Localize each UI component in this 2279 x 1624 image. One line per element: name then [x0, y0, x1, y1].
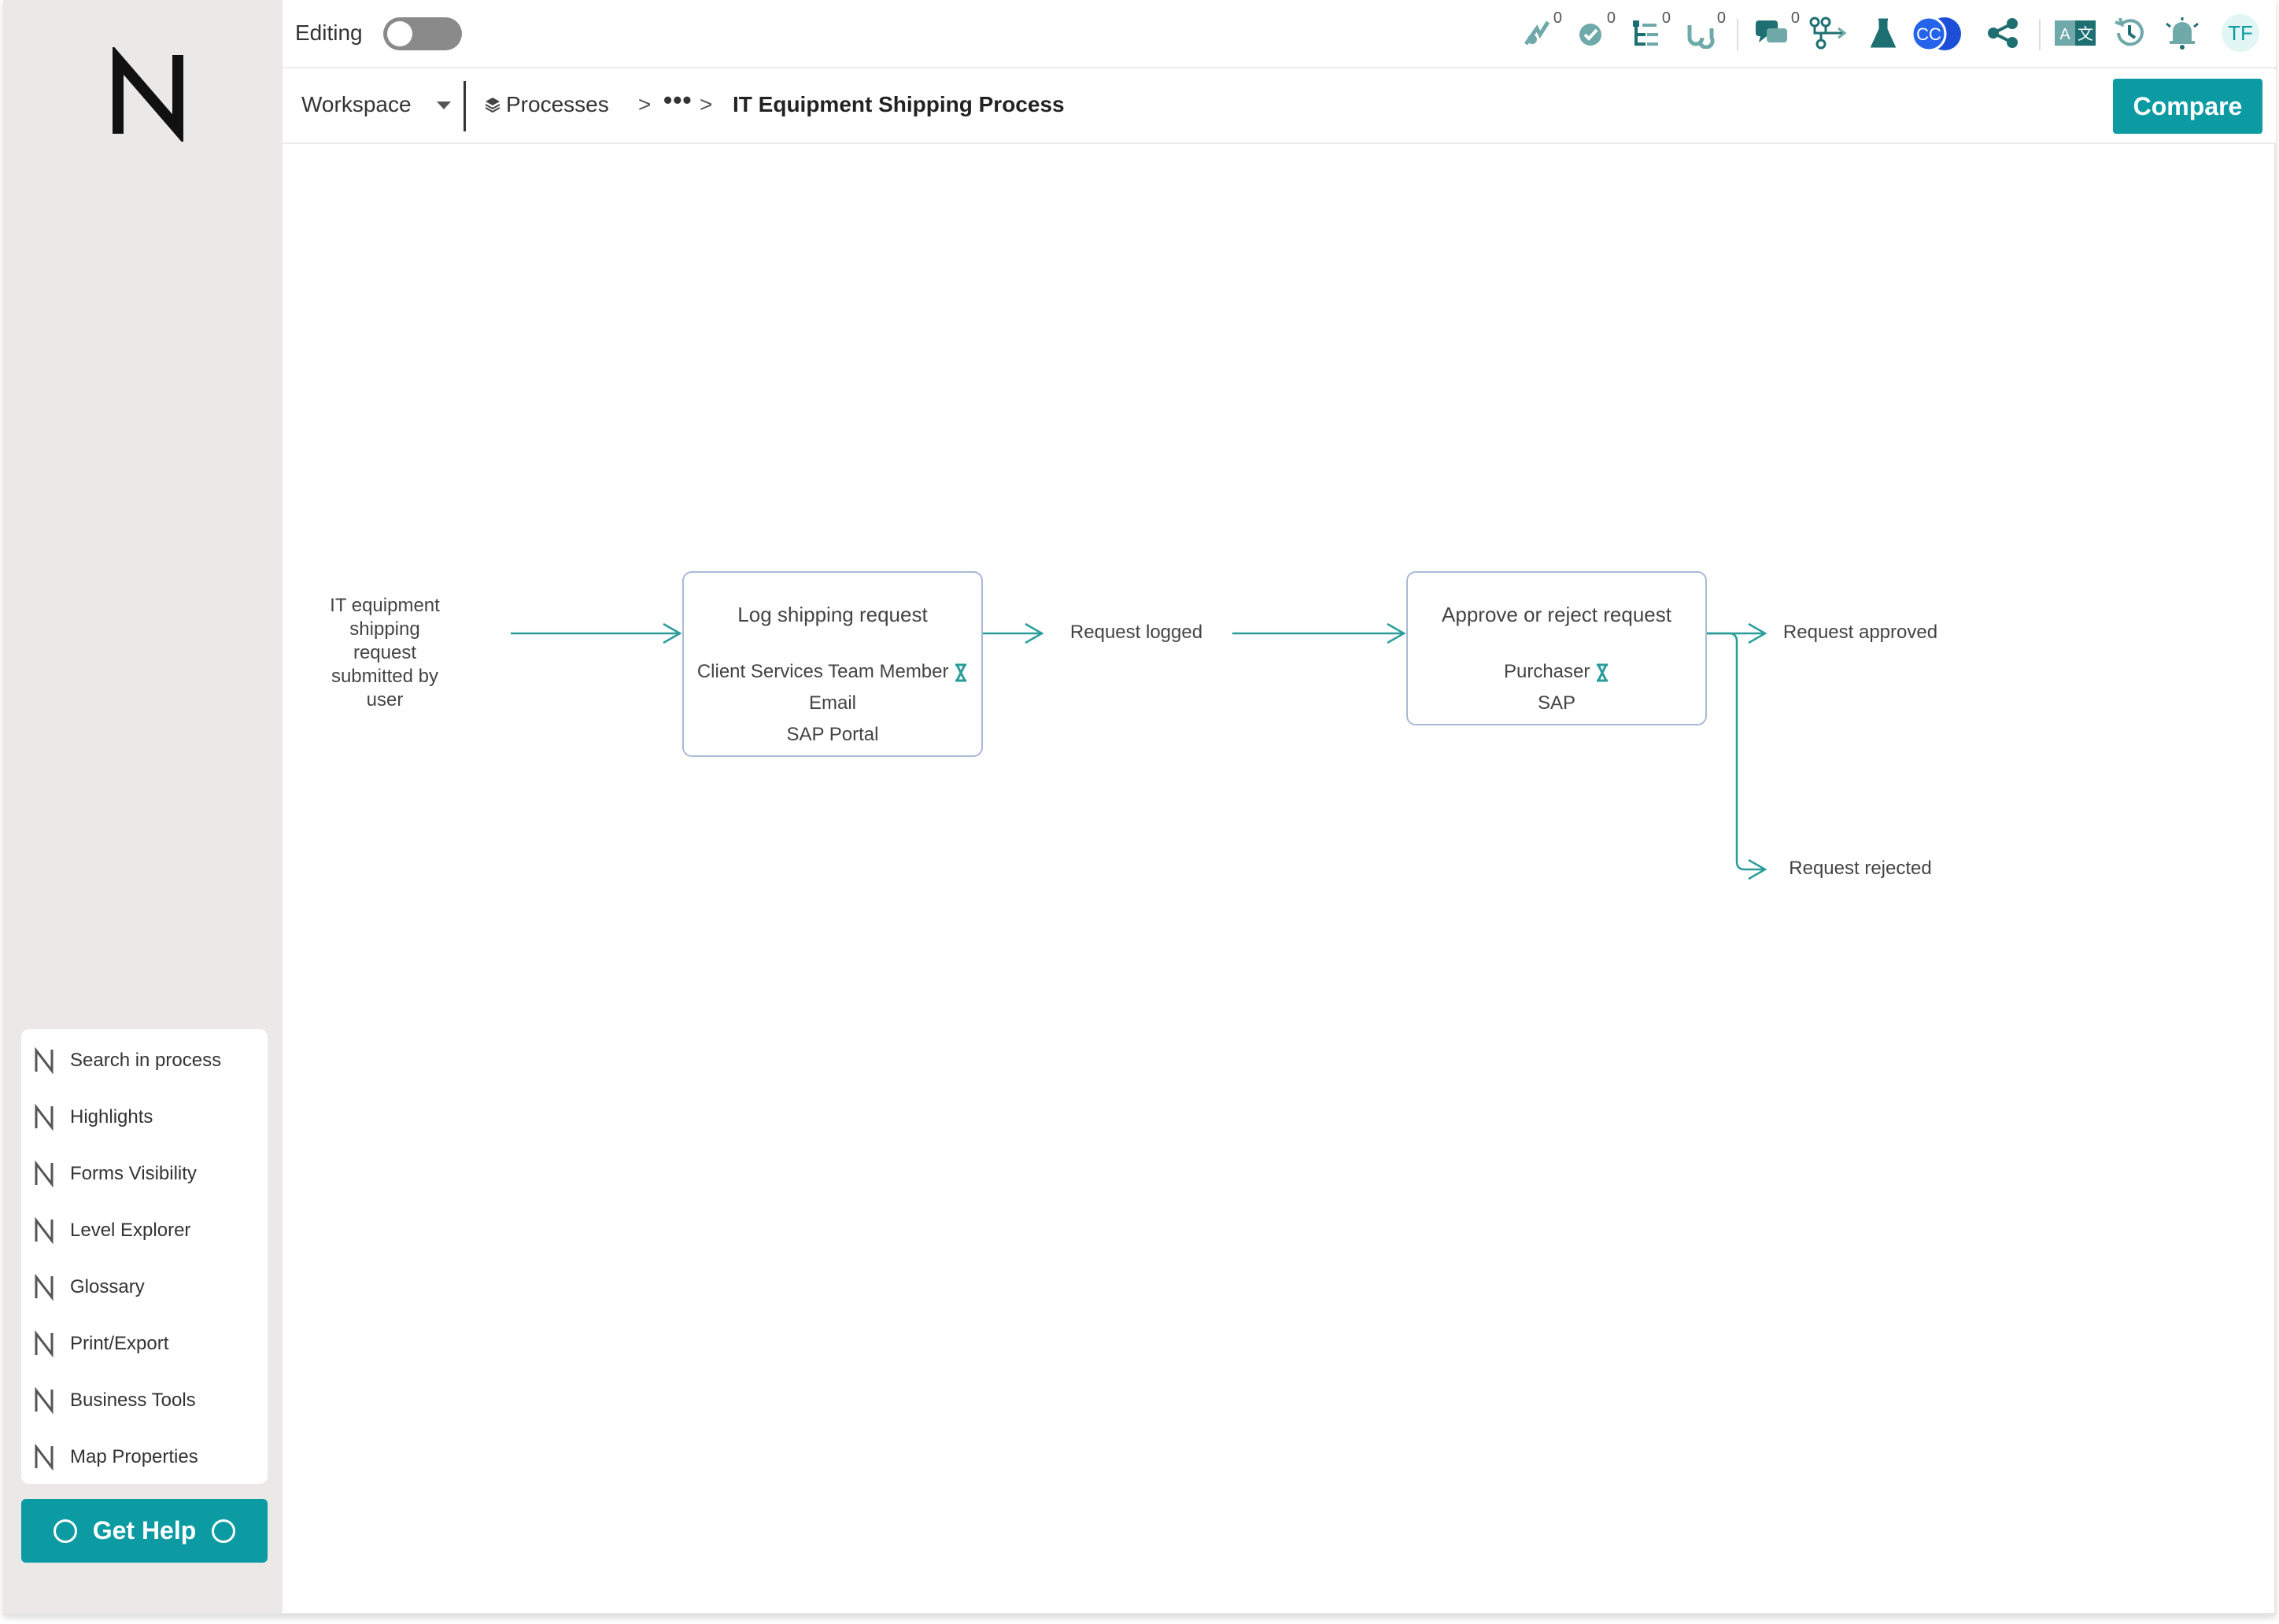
output-event[interactable]: Request logged	[1046, 621, 1227, 644]
tool-label: Level Explorer	[70, 1220, 191, 1241]
notifications-icon[interactable]	[2162, 11, 2203, 55]
workspace-selector[interactable]: Workspace	[301, 92, 412, 117]
trigger-text: IT equipment	[330, 595, 440, 616]
n-logo-icon	[35, 1274, 54, 1301]
comments-icon[interactable]: 0	[1749, 9, 1800, 55]
tool-forms-visibility[interactable]: Forms Visibility	[21, 1146, 268, 1202]
n-logo-icon	[35, 1444, 54, 1471]
resource-role: Purchaser	[1408, 661, 1705, 683]
tool-label: Print/Export	[70, 1333, 169, 1354]
activity-title: Approve or reject request	[1442, 603, 1671, 626]
layers-icon	[485, 98, 500, 113]
avatar-initials: CC	[1916, 24, 1941, 44]
badge-count: 0	[1606, 9, 1616, 27]
tool-label: Glossary	[70, 1276, 145, 1297]
toolbar-divider	[1737, 19, 1738, 50]
n-logo-icon	[35, 1387, 54, 1414]
tool-label: Business Tools	[70, 1390, 196, 1411]
compare-button[interactable]: Compare	[2113, 79, 2262, 134]
translate-icon[interactable]: A文	[2052, 11, 2099, 55]
chevron-right-icon: >	[638, 92, 652, 116]
improvement-icon[interactable]: 0	[1516, 9, 1562, 55]
badge-count: 0	[1661, 9, 1671, 27]
chevron-right-icon: >	[700, 92, 713, 116]
breadcrumb-processes[interactable]: Processes	[484, 92, 609, 117]
tool-map-properties[interactable]: Map Properties	[21, 1429, 268, 1486]
n-logo-icon	[35, 1047, 54, 1074]
tool-label: Map Properties	[70, 1446, 198, 1467]
toolbar-icons: 0 0 0 0 0 CC A文 TF	[283, 9, 2276, 58]
resource-role: Client Services Team Member	[684, 661, 981, 683]
toolbar-divider	[2039, 19, 2041, 50]
badge-count: 0	[1716, 9, 1726, 27]
n-logo-icon	[35, 1104, 54, 1131]
svg-text:文: 文	[2078, 24, 2093, 43]
history-icon[interactable]	[2110, 11, 2149, 55]
tool-glossary[interactable]: Glossary	[21, 1259, 268, 1316]
breadcrumb-more[interactable]: •••	[663, 86, 693, 115]
flask-icon[interactable]	[1864, 11, 1902, 55]
hierarchy-icon[interactable]: 0	[1625, 9, 1671, 55]
tool-label: Search in process	[70, 1050, 222, 1071]
breadcrumb-divider	[464, 81, 466, 131]
activity-title: Log shipping request	[737, 603, 928, 626]
get-help-label: Get Help	[92, 1516, 197, 1545]
badge-count: 0	[1790, 9, 1800, 27]
tool-search-in-process[interactable]: Search in process	[21, 1032, 268, 1089]
trigger-text: submitted by user	[331, 666, 439, 710]
tools-panel: Search in process Highlights Forms Visib…	[21, 1029, 268, 1484]
activity-box[interactable]: Approve or reject request Purchaser SAP	[1406, 571, 1707, 725]
user-avatar[interactable]: TF	[2222, 14, 2259, 52]
page-title: IT Equipment Shipping Process	[733, 92, 1065, 116]
share-icon[interactable]	[1982, 11, 2023, 55]
tool-highlights[interactable]: Highlights	[21, 1089, 268, 1146]
connector-line	[1705, 632, 1765, 871]
process-map-canvas: IT equipment shipping request submitted …	[283, 146, 2276, 1613]
hourglass-icon	[955, 663, 967, 682]
resource-label: Email	[808, 692, 856, 714]
tool-label: Highlights	[70, 1106, 153, 1128]
trigger-text: shipping request	[349, 618, 420, 663]
activity-box[interactable]: Log shipping request Client Services Tea…	[682, 571, 983, 757]
tool-print-export[interactable]: Print/Export	[21, 1316, 268, 1372]
process-flow-icon[interactable]	[1806, 11, 1852, 55]
breadcrumb-processes-label: Processes	[506, 92, 609, 116]
resource-label: Client Services Team Member	[696, 661, 949, 682]
trigger-event[interactable]: IT equipment shipping request submitted …	[322, 594, 448, 712]
ring-icon	[53, 1519, 77, 1543]
app-logo	[113, 47, 183, 142]
output-event[interactable]: Request rejected	[1770, 857, 1951, 880]
chevron-down-icon[interactable]	[437, 102, 451, 109]
top-toolbar: Editing 0 0 0 0 0 CC A 文 TF	[283, 0, 2276, 68]
tool-level-explorer[interactable]: Level Explorer	[21, 1202, 268, 1259]
ring-icon	[212, 1519, 236, 1543]
n-logo-icon	[35, 1331, 54, 1357]
badge-count: 0	[1553, 9, 1562, 27]
tool-business-tools[interactable]: Business Tools	[21, 1372, 268, 1429]
approval-icon[interactable]: 0	[1570, 9, 1616, 55]
breadcrumb: Workspace Processes > ••• > IT Equipment…	[283, 70, 2276, 144]
n-logo-icon	[35, 1161, 54, 1187]
svg-text:A: A	[2059, 26, 2070, 43]
flow-connectors	[511, 622, 1767, 880]
collaborators-avatar[interactable]: CC	[1908, 16, 1963, 52]
n-logo-icon	[35, 1217, 54, 1244]
get-help-button[interactable]: Get Help	[21, 1499, 268, 1563]
output-event[interactable]: Request approved	[1770, 621, 1951, 644]
link-icon[interactable]: 0	[1680, 9, 1726, 55]
hourglass-icon	[1597, 663, 1609, 682]
resource-label: SAP Portal	[786, 724, 879, 745]
tool-label: Forms Visibility	[70, 1163, 197, 1184]
resource-label: Purchaser	[1503, 661, 1590, 682]
resource-label: SAP	[1537, 692, 1576, 714]
